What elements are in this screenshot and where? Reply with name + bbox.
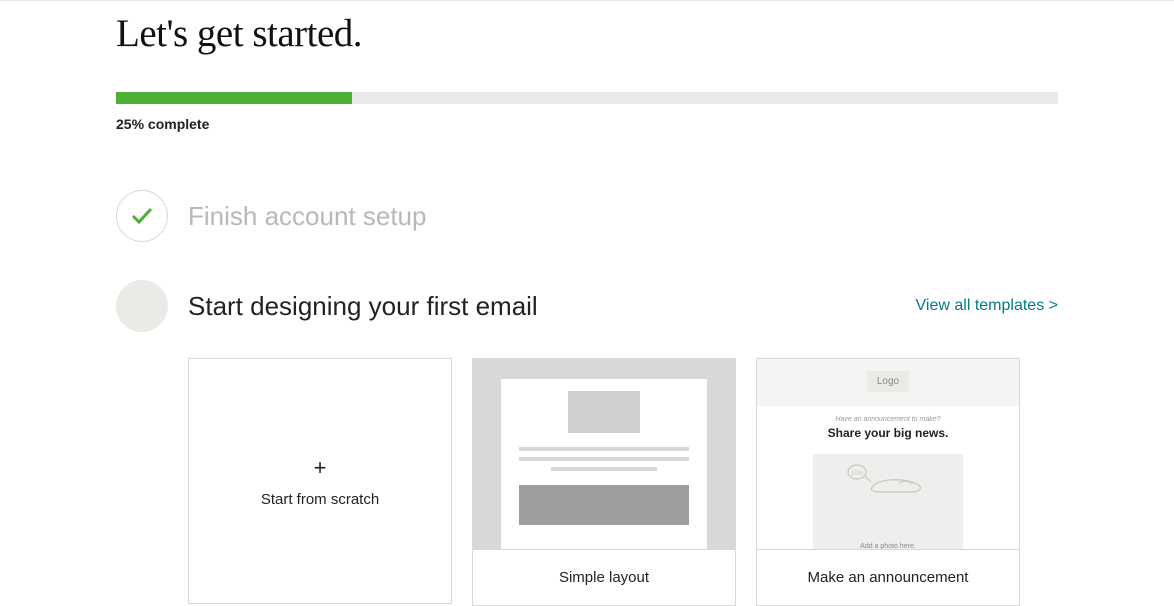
simple-caption: Simple layout xyxy=(473,549,735,605)
announce-preview: Logo Have an announcement to make? Share… xyxy=(757,359,1019,549)
svg-text:10%: 10% xyxy=(851,471,864,477)
announce-caption: Make an announcement xyxy=(757,549,1019,605)
progress-label: 25% complete xyxy=(116,116,1058,132)
view-all-templates-link[interactable]: View all templates > xyxy=(916,297,1058,315)
step-design-email: Start designing your first email View al… xyxy=(116,280,1058,332)
step-finish-setup[interactable]: Finish account setup xyxy=(116,190,1058,242)
preview-text-line xyxy=(551,467,656,471)
template-card-scratch[interactable]: + Start from scratch xyxy=(188,358,452,604)
template-card-announce[interactable]: Logo Have an announcement to make? Share… xyxy=(756,358,1020,606)
photo-placeholder: 10% Add a photo here. xyxy=(813,454,963,549)
step-finish-setup-label: Finish account setup xyxy=(188,201,1058,232)
template-card-simple[interactable]: Simple layout xyxy=(472,358,736,606)
checkmark-circle xyxy=(116,190,168,242)
preview-footer-block xyxy=(519,485,689,525)
photo-label: Add a photo here. xyxy=(860,543,916,549)
page-title: Let's get started. xyxy=(116,11,1058,56)
preview-text-line xyxy=(519,447,689,451)
plus-icon: + xyxy=(314,455,327,481)
preview-text-line xyxy=(519,457,689,461)
checkmark-icon xyxy=(130,206,154,226)
preview-image-block xyxy=(568,391,640,433)
announce-small-text: Have an announcement to make? xyxy=(835,416,940,423)
step-design-email-label: Start designing your first email xyxy=(188,291,916,322)
progress-fill xyxy=(116,92,352,104)
doodle-icon: 10% xyxy=(813,462,963,496)
simple-preview xyxy=(473,359,735,549)
scratch-label: Start from scratch xyxy=(261,491,379,508)
progress-bar xyxy=(116,92,1058,104)
step-pending-circle xyxy=(116,280,168,332)
template-cards: + Start from scratch Simple layout Logo xyxy=(188,358,1058,606)
logo-badge: Logo xyxy=(867,371,909,392)
announce-big-text: Share your big news. xyxy=(828,426,949,440)
